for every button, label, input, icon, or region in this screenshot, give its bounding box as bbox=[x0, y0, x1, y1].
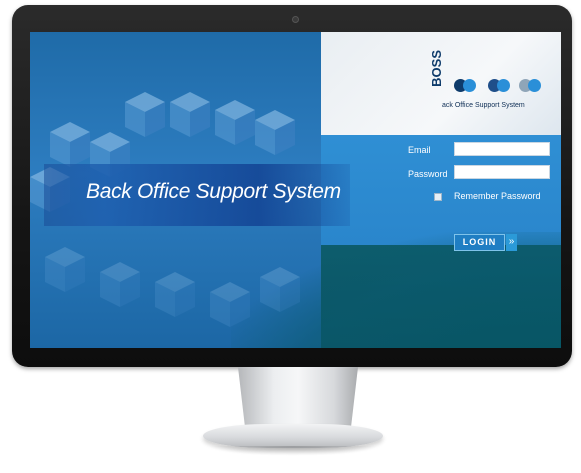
cube-reflection bbox=[100, 262, 140, 307]
login-arrow-icon[interactable]: » bbox=[506, 234, 517, 251]
remember-password-label: Remember Password bbox=[454, 191, 541, 201]
cube bbox=[50, 122, 90, 167]
monitor-screen: Back Office Support System BOSS ack Offi… bbox=[30, 32, 561, 348]
logo-dot bbox=[463, 79, 476, 92]
cube-reflection bbox=[260, 267, 300, 312]
logo-letters: BOSS bbox=[429, 50, 444, 87]
login-button[interactable]: LOGIN bbox=[454, 234, 505, 251]
cube bbox=[170, 92, 210, 137]
stand-shadow bbox=[208, 446, 378, 456]
cube-reflection bbox=[45, 247, 85, 292]
remember-password-checkbox[interactable] bbox=[434, 193, 442, 201]
logo-tagline: ack Office Support System bbox=[442, 102, 525, 109]
webcam bbox=[292, 16, 299, 23]
email-field[interactable] bbox=[454, 142, 550, 156]
cube bbox=[125, 92, 165, 137]
app-title: Back Office Support System bbox=[86, 180, 341, 203]
monitor-stand-neck bbox=[238, 367, 358, 429]
password-label: Password bbox=[408, 169, 448, 179]
cube bbox=[215, 100, 255, 145]
cube-reflection bbox=[155, 272, 195, 317]
password-field[interactable] bbox=[454, 165, 550, 179]
monitor-stand-base bbox=[203, 424, 383, 448]
logo-dot bbox=[497, 79, 510, 92]
cube-reflection bbox=[210, 282, 250, 327]
email-label: Email bbox=[408, 145, 431, 155]
logo-dot bbox=[528, 79, 541, 92]
cube bbox=[255, 110, 295, 155]
boss-logo: BOSS ack Office Support System bbox=[429, 50, 550, 120]
